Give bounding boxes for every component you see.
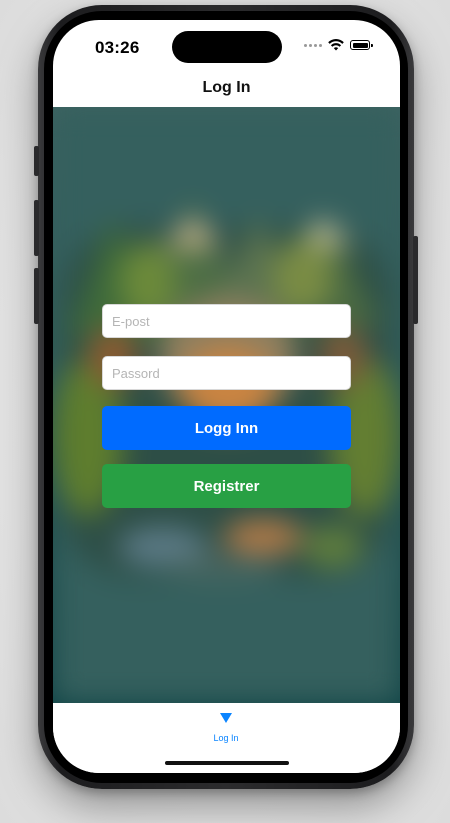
power-button — [413, 236, 418, 324]
battery-icon — [350, 40, 373, 50]
login-button[interactable]: Logg Inn — [102, 406, 351, 450]
email-field[interactable] — [102, 304, 351, 338]
login-content: Logg Inn Registrer — [53, 107, 400, 703]
triangle-down-icon — [220, 713, 232, 723]
volume-up-button — [34, 200, 39, 256]
wifi-icon — [328, 39, 344, 51]
page-title: Log In — [202, 79, 251, 96]
dynamic-island — [172, 31, 282, 63]
status-time: 03:26 — [95, 38, 140, 57]
tab-label: Log In — [213, 733, 239, 743]
status-icons — [304, 39, 373, 51]
home-indicator[interactable] — [165, 761, 289, 765]
tab-bar: Log In — [53, 703, 400, 773]
cellular-signal-icon — [304, 43, 322, 47]
login-form: Logg Inn Registrer — [102, 304, 351, 508]
device-stage: 03:26 Log In E-post Logg Inn Registrer L… — [0, 0, 450, 823]
password-field[interactable] — [102, 356, 351, 390]
register-button[interactable]: Registrer — [102, 464, 351, 508]
volume-down-button — [34, 268, 39, 324]
tab-log-in[interactable]: Log In — [196, 711, 256, 743]
app-screen: 03:26 Log In E-post Logg Inn Registrer L… — [53, 20, 400, 773]
action-button — [34, 146, 39, 176]
